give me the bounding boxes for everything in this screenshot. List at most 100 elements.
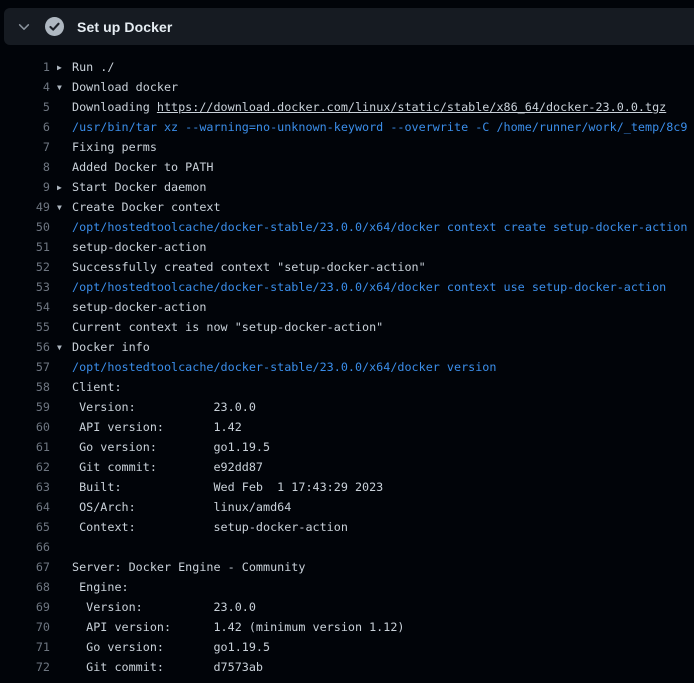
log-group-toggle[interactable]: 4▼Download docker bbox=[0, 77, 694, 97]
line-number[interactable]: 54 bbox=[0, 297, 50, 317]
line-number[interactable]: 71 bbox=[0, 637, 50, 657]
log-row: 65 Context: setup-docker-action bbox=[0, 517, 694, 537]
log-row: 62 Git commit: e92dd87 bbox=[0, 457, 694, 477]
line-number[interactable]: 67 bbox=[0, 557, 50, 577]
chevron-down-icon[interactable]: ▼ bbox=[57, 338, 62, 357]
chevron-down-icon[interactable] bbox=[17, 20, 31, 34]
gutter: ▼ bbox=[50, 197, 72, 217]
log-text: Git commit: d7573ab bbox=[72, 657, 263, 677]
line-number[interactable]: 53 bbox=[0, 277, 50, 297]
log-row: 57/opt/hostedtoolcache/docker-stable/23.… bbox=[0, 357, 694, 377]
gutter bbox=[50, 637, 72, 657]
log-command: /usr/bin/tar xz --warning=no-unknown-key… bbox=[72, 117, 687, 137]
log-text: Go version: go1.19.5 bbox=[72, 637, 270, 657]
log-text: Fixing perms bbox=[72, 137, 157, 157]
gutter bbox=[50, 137, 72, 157]
line-number[interactable]: 58 bbox=[0, 377, 50, 397]
log-command: /opt/hostedtoolcache/docker-stable/23.0.… bbox=[72, 277, 666, 297]
gutter: ▼ bbox=[50, 337, 72, 357]
line-number[interactable]: 60 bbox=[0, 417, 50, 437]
gutter bbox=[50, 497, 72, 517]
log-text: API version: 1.42 (minimum version 1.12) bbox=[72, 617, 404, 637]
gutter bbox=[50, 117, 72, 137]
gutter bbox=[50, 477, 72, 497]
log-link[interactable]: https://download.docker.com/linux/static… bbox=[157, 100, 666, 114]
log-row: 68 Engine: bbox=[0, 577, 694, 597]
line-number[interactable]: 65 bbox=[0, 517, 50, 537]
log-group-toggle[interactable]: 56▼Docker info bbox=[0, 337, 694, 357]
log-text: Server: Docker Engine - Community bbox=[72, 557, 305, 577]
line-number[interactable]: 50 bbox=[0, 217, 50, 237]
log-text: Current context is now "setup-docker-act… bbox=[72, 317, 383, 337]
line-number[interactable]: 7 bbox=[0, 137, 50, 157]
gutter bbox=[50, 277, 72, 297]
gutter bbox=[50, 657, 72, 677]
chevron-down-icon[interactable]: ▼ bbox=[57, 198, 62, 217]
log-text: Engine: bbox=[72, 577, 129, 597]
chevron-right-icon[interactable]: ▶ bbox=[57, 178, 62, 197]
log-row: 69 Version: 23.0.0 bbox=[0, 597, 694, 617]
line-number[interactable]: 69 bbox=[0, 597, 50, 617]
line-number[interactable]: 72 bbox=[0, 657, 50, 677]
line-number[interactable]: 64 bbox=[0, 497, 50, 517]
gutter bbox=[50, 157, 72, 177]
log-text: Git commit: e92dd87 bbox=[72, 457, 263, 477]
log-row: 5 Downloading https://download.docker.com… bbox=[0, 97, 694, 117]
log-group-toggle[interactable]: 49 ▼ Create Docker context bbox=[0, 197, 694, 217]
gutter bbox=[50, 397, 72, 417]
line-number[interactable]: 68 bbox=[0, 577, 50, 597]
line-number[interactable]: 63 bbox=[0, 477, 50, 497]
line-number[interactable]: 52 bbox=[0, 257, 50, 277]
gutter bbox=[50, 297, 72, 317]
step-header-wrap: Set up Docker bbox=[0, 0, 694, 45]
line-number[interactable]: 59 bbox=[0, 397, 50, 417]
line-number[interactable]: 49 bbox=[0, 197, 50, 217]
gutter bbox=[50, 417, 72, 437]
log-text: Downloading https://download.docker.com/… bbox=[72, 97, 666, 117]
line-number[interactable]: 6 bbox=[0, 117, 50, 137]
log-text: setup-docker-action bbox=[72, 237, 206, 257]
gutter: ▶ bbox=[50, 177, 72, 197]
log-group-toggle[interactable]: 9▶Start Docker daemon bbox=[0, 177, 694, 197]
step-title: Set up Docker bbox=[77, 19, 172, 35]
log-text: Go version: go1.19.5 bbox=[72, 437, 270, 457]
line-number[interactable]: 56 bbox=[0, 337, 50, 357]
line-number[interactable]: 51 bbox=[0, 237, 50, 257]
log-row: 52Successfully created context "setup-do… bbox=[0, 257, 694, 277]
line-number[interactable]: 61 bbox=[0, 437, 50, 457]
log-text: API version: 1.42 bbox=[72, 417, 242, 437]
line-number[interactable]: 62 bbox=[0, 457, 50, 477]
chevron-right-icon[interactable]: ▶ bbox=[57, 58, 62, 77]
log-text: Version: 23.0.0 bbox=[72, 397, 256, 417]
log-container: 1▶Run ./4▼Download docker5Downloading ht… bbox=[0, 45, 694, 677]
log-row: 58Client: bbox=[0, 377, 694, 397]
log-row: 63 Built: Wed Feb 1 17:43:29 2023 bbox=[0, 477, 694, 497]
line-number[interactable]: 57 bbox=[0, 357, 50, 377]
log-text: Version: 23.0.0 bbox=[72, 597, 256, 617]
line-number[interactable]: 70 bbox=[0, 617, 50, 637]
chevron-down-icon[interactable]: ▼ bbox=[57, 78, 62, 97]
step-header[interactable]: Set up Docker bbox=[4, 8, 694, 45]
gutter bbox=[50, 317, 72, 337]
gutter bbox=[50, 377, 72, 397]
log-group-toggle[interactable]: 1▶Run ./ bbox=[0, 57, 694, 77]
log-text: setup-docker-action bbox=[72, 297, 206, 317]
line-number[interactable]: 1 bbox=[0, 57, 50, 77]
line-number[interactable]: 8 bbox=[0, 157, 50, 177]
log-text: Added Docker to PATH bbox=[72, 157, 213, 177]
gutter bbox=[50, 557, 72, 577]
log-row: 60 API version: 1.42 bbox=[0, 417, 694, 437]
log-row: 64 OS/Arch: linux/amd64 bbox=[0, 497, 694, 517]
log-row: 66 bbox=[0, 537, 694, 557]
line-number[interactable]: 66 bbox=[0, 537, 50, 557]
group-label: Create Docker context bbox=[72, 197, 221, 217]
log-text: OS/Arch: linux/amd64 bbox=[72, 497, 291, 517]
gutter bbox=[50, 617, 72, 637]
line-number[interactable]: 4 bbox=[0, 77, 50, 97]
log-row: 6/usr/bin/tar xz --warning=no-unknown-ke… bbox=[0, 117, 694, 137]
line-number[interactable]: 9 bbox=[0, 177, 50, 197]
log-row: 51 setup-docker-action bbox=[0, 237, 694, 257]
line-number[interactable]: 5 bbox=[0, 97, 50, 117]
line-number[interactable]: 55 bbox=[0, 317, 50, 337]
log-row: 54 setup-docker-action bbox=[0, 297, 694, 317]
